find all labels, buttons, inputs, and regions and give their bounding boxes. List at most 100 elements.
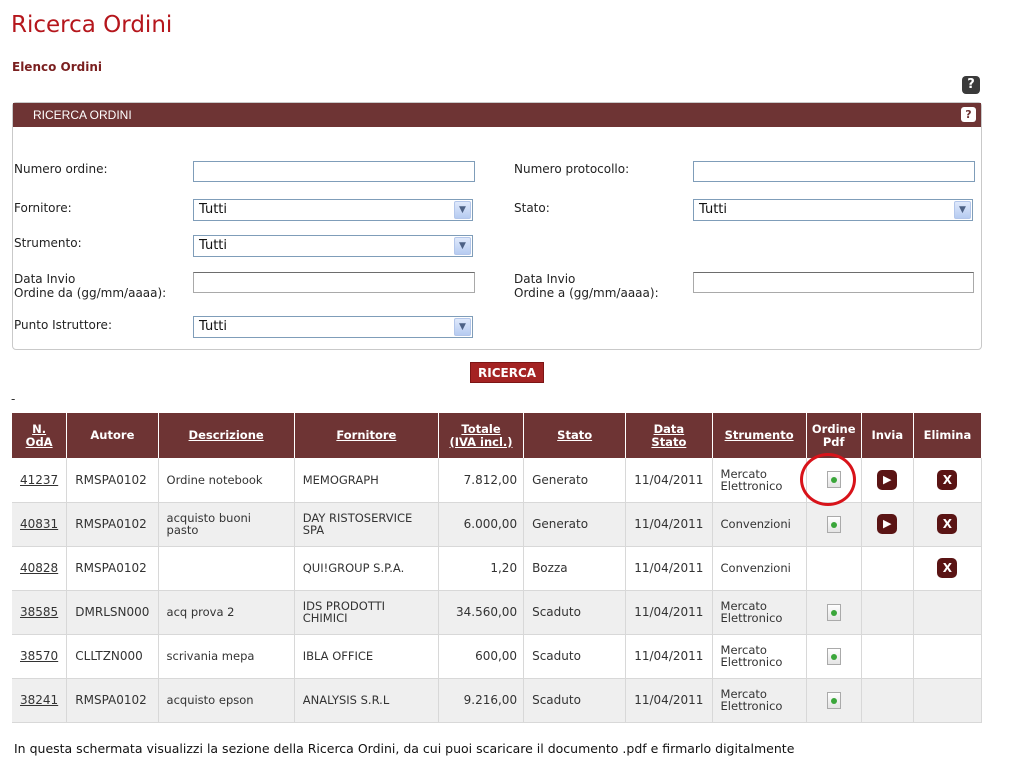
fornitore-select[interactable]: Tutti ▼ <box>193 199 473 221</box>
numero-protocollo-input[interactable] <box>693 161 975 182</box>
data-invio-a-label-line1: Data Invio <box>514 272 576 286</box>
supplier-text: IBLA OFFICE <box>302 649 374 663</box>
cell-elimina <box>913 590 983 635</box>
search-panel: RICERCA ORDINI ? <box>12 102 982 350</box>
strumento-select[interactable]: Tutti ▼ <box>193 235 473 257</box>
data-invio-da-label-line2: Ordine da (gg/mm/aaaa): <box>14 286 167 300</box>
col-header-fornitore[interactable]: Fornitore <box>294 413 439 458</box>
cell-data: 11/04/2011 <box>625 546 713 591</box>
cell-strumento: Convenzioni <box>712 546 807 591</box>
chevron-down-icon[interactable]: ▼ <box>454 201 471 219</box>
help-icon[interactable]: ? <box>962 76 980 94</box>
numero-ordine-input[interactable] <box>193 161 475 182</box>
table-header-row: N. OdA Autore Descrizione Fornitore Total… <box>12 413 983 458</box>
order-number-link[interactable]: 38241 <box>20 693 58 707</box>
cell-n-oda: 38570 <box>12 634 68 679</box>
delete-x-icon[interactable]: X <box>937 558 958 578</box>
col-header-totale-line2: (IVA incl.) <box>449 434 513 449</box>
cell-n-oda: 40828 <box>12 546 68 591</box>
col-header-strumento[interactable]: Strumento <box>712 413 807 458</box>
pdf-document-icon[interactable] <box>826 603 841 621</box>
cell-ordine-pdf <box>806 634 862 679</box>
cell-n-oda: 41237 <box>12 458 68 503</box>
col-header-autore: Autore <box>66 413 159 458</box>
col-header-data-line2: Stato <box>651 434 687 449</box>
order-number-link[interactable]: 38570 <box>20 649 58 663</box>
cell-fornitore: DAY RISTOSERVICE SPA <box>294 502 439 547</box>
cell-fornitore: QUI!GROUP S.P.A. <box>294 546 439 591</box>
cell-strumento: Mercato Elettronico <box>712 634 807 679</box>
cell-fornitore: IBLA OFFICE <box>294 634 439 679</box>
instrument-text: Mercato Elettronico <box>720 599 783 625</box>
cell-fornitore: MEMOGRAPH <box>294 458 439 503</box>
instrument-text: Mercato Elettronico <box>720 643 783 669</box>
col-header-strumento-label: Strumento <box>724 428 794 442</box>
search-panel-header: RICERCA ORDINI ? <box>13 103 981 127</box>
punto-istruttore-select[interactable]: Tutti ▼ <box>193 316 473 338</box>
table-row: 38585 DMRLSN000 acq prova 2 IDS PRODOTTI CH… <box>12 590 983 635</box>
strumento-label: Strumento: <box>14 236 82 250</box>
stato-select[interactable]: Tutti ▼ <box>693 199 973 221</box>
col-header-fornitore-label: Fornitore <box>336 428 397 442</box>
cell-descrizione: acquisto epson <box>158 678 295 723</box>
order-number-link[interactable]: 40828 <box>20 561 58 575</box>
col-header-descrizione-label: Descrizione <box>188 428 264 442</box>
order-number-link[interactable]: 40831 <box>20 517 58 531</box>
pdf-document-icon[interactable] <box>826 647 841 665</box>
cell-elimina: X <box>913 502 983 547</box>
cell-autore: RMSPA0102 <box>66 458 159 503</box>
cell-invia <box>861 546 914 591</box>
chevron-down-icon[interactable]: ▼ <box>454 237 471 255</box>
order-number-link[interactable]: 38585 <box>20 605 58 619</box>
chevron-down-icon[interactable]: ▼ <box>954 201 971 219</box>
ricerca-button[interactable]: RICERCA <box>470 362 545 383</box>
cell-totale: 600,00 <box>438 634 525 679</box>
col-header-stato-label: Stato <box>557 428 593 442</box>
cell-fornitore: IDS PRODOTTI CHIMICI <box>294 590 439 635</box>
table-row: 40828 RMSPA0102 QUI!GROUP S.P.A. 1,20 Bozza 1… <box>12 546 983 591</box>
data-invio-da-label: Data Invio Ordine da (gg/mm/aaaa): <box>14 272 166 300</box>
col-header-descrizione[interactable]: Descrizione <box>158 413 295 458</box>
pdf-document-icon[interactable] <box>826 515 841 533</box>
description-text: acq prova 2 <box>166 605 235 619</box>
cell-n-oda: 38585 <box>12 590 68 635</box>
pdf-document-icon[interactable] <box>826 691 841 709</box>
cell-descrizione: scrivania mepa <box>158 634 295 679</box>
cell-strumento: Convenzioni <box>712 502 807 547</box>
cell-ordine-pdf <box>806 678 862 723</box>
cell-stato: Generato <box>523 458 627 503</box>
cell-invia <box>861 590 914 635</box>
cell-data: 11/04/2011 <box>625 590 713 635</box>
col-header-totale[interactable]: Totale (IVA incl.) <box>438 413 525 458</box>
cell-invia: ▶ <box>861 502 914 547</box>
cell-ordine-pdf <box>806 546 862 591</box>
search-help-icon[interactable]: ? <box>961 107 976 122</box>
col-header-n-oda[interactable]: N. OdA <box>12 413 68 458</box>
punto-istruttore-label: Punto Istruttore: <box>14 318 112 332</box>
table-row: 38570 CLLTZN000 scrivania mepa IBLA OFFICE 6… <box>12 634 983 679</box>
delete-x-icon[interactable]: X <box>937 514 958 534</box>
col-header-stato[interactable]: Stato <box>523 413 627 458</box>
col-header-data-stato[interactable]: Data Stato <box>625 413 713 458</box>
delete-x-icon[interactable]: X <box>937 469 958 490</box>
data-invio-da-input[interactable] <box>193 272 475 293</box>
cell-descrizione: acquisto buoni pasto <box>158 502 295 547</box>
order-number-link[interactable]: 41237 <box>20 473 58 487</box>
cell-strumento: Mercato Elettronico <box>712 458 807 503</box>
cell-ordine-pdf <box>806 590 862 635</box>
description-text: acquisto buoni pasto <box>166 511 251 537</box>
chevron-down-icon[interactable]: ▼ <box>454 318 471 336</box>
col-header-invia: Invia <box>861 413 914 458</box>
col-header-n-oda-line2: OdA <box>25 434 53 449</box>
stato-label: Stato: <box>514 201 550 215</box>
cell-data: 11/04/2011 <box>625 634 713 679</box>
cell-descrizione <box>158 546 295 591</box>
table-row: 40831 RMSPA0102 acquisto buoni pasto DAY RI… <box>12 502 983 547</box>
send-play-icon[interactable]: ▶ <box>877 469 898 490</box>
data-invio-a-label: Data Invio Ordine a (gg/mm/aaaa): <box>514 272 659 300</box>
cell-data: 11/04/2011 <box>625 458 713 503</box>
send-play-icon[interactable]: ▶ <box>877 514 898 534</box>
page-title: Ricerca Ordini <box>11 12 173 38</box>
data-invio-a-input[interactable] <box>693 272 974 293</box>
strumento-select-value: Tutti <box>199 238 228 253</box>
